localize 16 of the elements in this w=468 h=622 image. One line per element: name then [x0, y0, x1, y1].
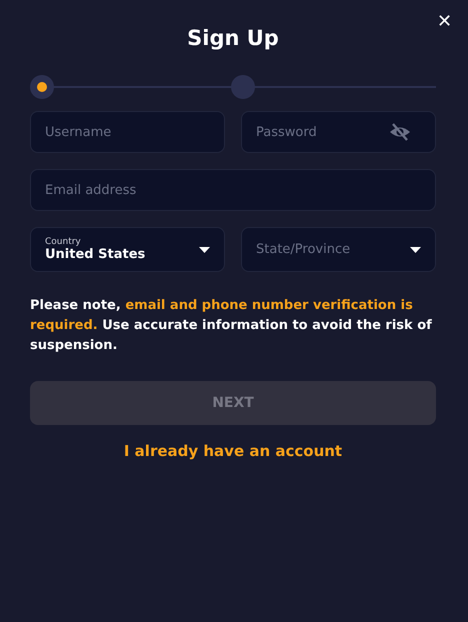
close-button[interactable]: ✕: [435, 8, 454, 34]
field-value: United States: [45, 247, 146, 262]
select-field[interactable]: Country United States: [30, 227, 225, 272]
input-field[interactable]: Username: [30, 111, 225, 153]
input-field[interactable]: Email address: [30, 169, 436, 211]
select-field[interactable]: State/Province: [241, 227, 436, 272]
login-link[interactable]: I already have an account: [124, 442, 342, 460]
eye-slash-icon[interactable]: [389, 122, 411, 142]
verification-note: Please note, email and phone number verification is required. Use accurate information to avoid the risk of suspension.: [30, 297, 433, 355]
password-field[interactable]: Password: [241, 111, 436, 153]
field-placeholder: State/Province: [256, 242, 352, 257]
caret-icon: [410, 246, 421, 252]
field-label: Country: [45, 237, 82, 247]
password-input[interactable]: Password: [256, 124, 389, 140]
caret-icon: [199, 246, 210, 252]
dialog-title: Sign Up: [187, 26, 279, 50]
